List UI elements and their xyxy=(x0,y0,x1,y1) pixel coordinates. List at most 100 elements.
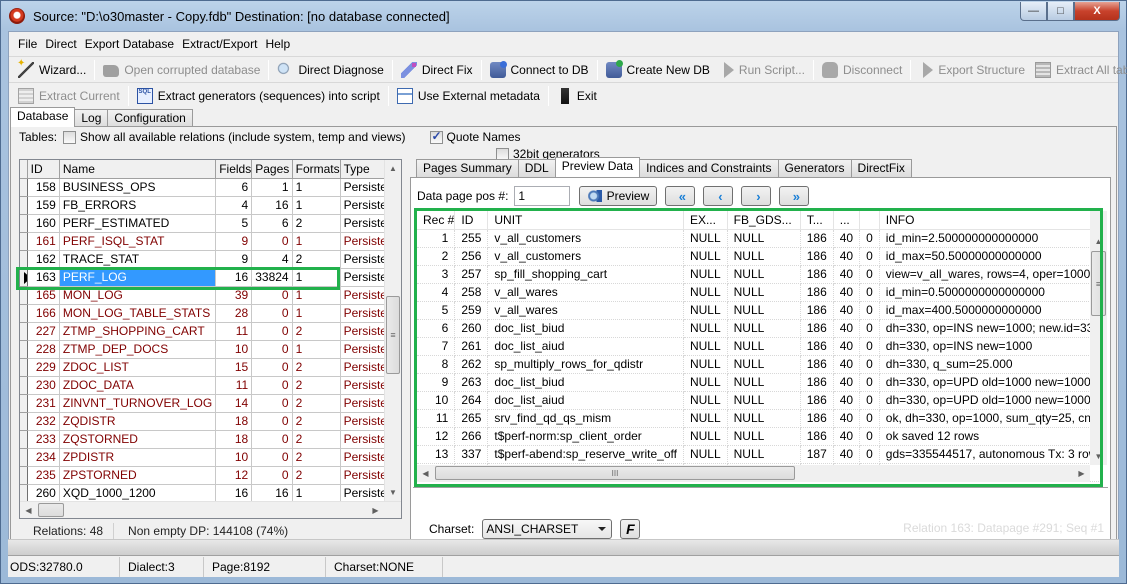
relation-row[interactable]: 162 TRACE_STAT 9 4 2 Persistent xyxy=(20,250,401,269)
relation-row[interactable]: 229 ZDOC_LIST 15 0 2 Persistent xyxy=(20,358,401,377)
data-page-pos-input[interactable]: 1 xyxy=(514,186,571,206)
column-header-fb-gds[interactable]: FB_GDS... xyxy=(727,211,801,230)
menu-export-database[interactable]: Export Database xyxy=(81,37,178,51)
column-header-name[interactable]: Name xyxy=(59,160,217,179)
preview-row[interactable]: 7 261 doc_list_aiud NULL NULL 186 40 0 dh=330, o… xyxy=(417,337,1102,356)
tab-directfix[interactable]: DirectFix xyxy=(850,159,912,177)
extract-all-tables-button[interactable]: Extract All tables xyxy=(1030,59,1127,81)
preview-row[interactable]: 3 257 sp_fill_shopping_cart NULL NULL 186 40 0 v… xyxy=(417,265,1102,284)
scroll-right-arrow-icon[interactable]: ▶ xyxy=(367,502,384,518)
disconnect-button[interactable]: Disconnect xyxy=(817,59,907,81)
column-header-fields[interactable]: Fields xyxy=(215,160,253,179)
tab-ddl[interactable]: DDL xyxy=(517,159,556,177)
tab-pages-summary[interactable]: Pages Summary xyxy=(416,159,519,177)
preview-scroll-up-arrow-icon[interactable]: ▲ xyxy=(1090,233,1107,250)
open-corrupted-database-button[interactable]: Open corrupted database xyxy=(98,59,265,81)
column-header-id[interactable]: ID xyxy=(454,211,489,230)
relation-row[interactable]: 260 XQD_1000_1200 16 16 1 Persistent xyxy=(20,484,401,503)
column-header-info[interactable]: INFO xyxy=(879,211,1102,230)
menu-file[interactable]: File xyxy=(14,37,41,51)
preview-row[interactable]: 8 262 sp_multiply_rows_for_qdistr NULL NULL 1… xyxy=(417,355,1102,374)
tab-preview-data[interactable]: Preview Data xyxy=(554,157,641,177)
relation-row[interactable]: 165 MON_LOG 39 0 1 Persistent xyxy=(20,286,401,305)
relation-row[interactable]: 233 ZQSTORNED 18 0 2 Persistent xyxy=(20,430,401,449)
preview-hscroll-thumb[interactable]: III xyxy=(435,466,795,480)
preview-row[interactable]: 6 260 doc_list_biud NULL NULL 186 40 0 dh=330, o… xyxy=(417,319,1102,338)
preview-horizontal-scrollbar[interactable]: ◀ III ▶ xyxy=(417,465,1090,482)
column-header-id[interactable]: ID xyxy=(27,160,60,179)
relations-horizontal-scrollbar[interactable]: ◀ ▶ xyxy=(20,501,401,518)
column-header-ellipsis[interactable]: ... xyxy=(833,211,861,230)
scroll-left-arrow-icon[interactable]: ◀ xyxy=(20,502,37,518)
direct-fix-button[interactable]: Direct Fix xyxy=(396,59,478,81)
menu-direct[interactable]: Direct xyxy=(41,37,80,51)
column-header-rec[interactable]: Rec # xyxy=(417,211,456,230)
preview-row[interactable]: 9 263 doc_list_biud NULL NULL 186 40 0 dh=330, o… xyxy=(417,373,1102,392)
close-button[interactable]: X xyxy=(1074,2,1120,21)
quote-names-checkbox[interactable] xyxy=(429,129,443,144)
preview-row[interactable]: 5 259 v_all_wares NULL NULL 186 40 0 id_max=400.… xyxy=(417,301,1102,320)
relation-row[interactable]: 235 ZPSTORNED 12 0 2 Persistent xyxy=(20,466,401,485)
preview-row[interactable]: 11 265 srv_find_qd_qs_mism NULL NULL 186 40 0 ok… xyxy=(417,409,1102,428)
column-header-formats[interactable]: Formats xyxy=(292,160,341,179)
relation-row[interactable]: 231 ZINVNT_TURNOVER_LOG 14 0 2 Persistent xyxy=(20,394,401,413)
relation-row[interactable]: 228 ZTMP_DEP_DOCS 10 0 1 Persistent xyxy=(20,340,401,359)
column-header-t[interactable]: T... xyxy=(800,211,834,230)
tab-log[interactable]: Log xyxy=(74,109,109,127)
direct-diagnose-button[interactable]: Direct Diagnose xyxy=(272,59,388,81)
column-header-unit[interactable]: UNIT xyxy=(487,211,684,230)
preview-row[interactable]: 4 258 v_all_wares NULL NULL 186 40 0 id_min=0.50… xyxy=(417,283,1102,302)
use-external-metadata-button[interactable]: Use External metadata xyxy=(392,85,545,107)
scroll-up-arrow-icon[interactable]: ▲ xyxy=(385,160,401,177)
show-all-relations-checkbox[interactable] xyxy=(63,130,77,144)
relation-row[interactable]: 161 PERF_ISQL_STAT 9 0 1 Persistent xyxy=(20,232,401,251)
tab-generators[interactable]: Generators xyxy=(777,159,852,177)
last-page-button[interactable]: » xyxy=(779,186,810,206)
scroll-down-arrow-icon[interactable]: ▼ xyxy=(385,484,401,501)
preview-row[interactable]: 13 337 t$perf-abend:sp_reserve_write_off NU… xyxy=(417,445,1102,464)
first-page-button[interactable]: « xyxy=(665,186,696,206)
preview-row[interactable]: 2 256 v_all_customers NULL NULL 186 40 0 id_max=… xyxy=(417,247,1102,266)
relation-row[interactable]: 160 PERF_ESTIMATED 5 6 2 Persistent xyxy=(20,214,401,233)
extract-generators-button[interactable]: SQL Extract generators (sequences) into s… xyxy=(132,85,385,107)
minimize-button[interactable]: — xyxy=(1020,2,1047,21)
column-header-pages[interactable]: Pages xyxy=(251,160,293,179)
next-page-button[interactable]: › xyxy=(741,186,772,206)
export-structure-button[interactable]: Export Structure xyxy=(914,59,1030,81)
column-header-ex[interactable]: EX... xyxy=(683,211,728,230)
tab-configuration[interactable]: Configuration xyxy=(107,109,193,127)
create-new-db-button[interactable]: Create New DB xyxy=(601,59,715,81)
relation-row[interactable]: 166 MON_LOG_TABLE_STATS 28 0 1 Persistent xyxy=(20,304,401,323)
relation-row[interactable]: 158 BUSINESS_OPS 6 1 1 Persistent xyxy=(20,178,401,197)
relation-row[interactable]: 234 ZPDISTR 10 0 2 Persistent xyxy=(20,448,401,467)
preview-row[interactable]: 1 255 v_all_customers NULL NULL 186 40 0 id_min=… xyxy=(417,229,1102,248)
preview-row[interactable]: 12 266 t$perf-norm:sp_client_order NULL NULL… xyxy=(417,427,1102,446)
scroll-thumb[interactable]: ≡ xyxy=(386,296,400,374)
menu-help[interactable]: Help xyxy=(261,37,294,51)
preview-scroll-thumb[interactable]: ≡ xyxy=(1091,251,1106,316)
connect-to-db-button[interactable]: Connect to DB xyxy=(485,59,594,81)
extract-current-button[interactable]: Extract Current xyxy=(13,85,125,107)
relations-vertical-scrollbar[interactable]: ▲ ≡ ▼ xyxy=(384,160,401,501)
wizard-button[interactable]: Wizard... xyxy=(13,58,91,81)
preview-scroll-down-arrow-icon[interactable]: ▼ xyxy=(1090,448,1107,465)
tab-indices-constraints[interactable]: Indices and Constraints xyxy=(639,159,779,177)
prev-page-button[interactable]: ‹ xyxy=(703,186,734,206)
relation-row[interactable]: 159 FB_ERRORS 4 16 1 Persistent xyxy=(20,196,401,215)
exit-button[interactable]: Exit xyxy=(552,85,602,107)
preview-row[interactable]: 10 264 doc_list_aiud NULL NULL 186 40 0 dh=330, … xyxy=(417,391,1102,410)
run-script-button[interactable]: Run Script... xyxy=(715,59,810,81)
preview-scroll-left-arrow-icon[interactable]: ◀ xyxy=(417,465,434,482)
relation-row[interactable]: 232 ZQDISTR 18 0 2 Persistent xyxy=(20,412,401,431)
hscroll-thumb[interactable] xyxy=(38,503,64,517)
preview-vertical-scrollbar[interactable]: ▲ ≡ ▼ xyxy=(1090,211,1107,465)
column-header-blank[interactable] xyxy=(859,211,880,230)
relation-row[interactable]: 227 ZTMP_SHOPPING_CART 11 0 2 Persistent xyxy=(20,322,401,341)
preview-button[interactable]: Preview xyxy=(579,186,658,206)
maximize-button[interactable]: □ xyxy=(1047,2,1074,21)
menu-extract-export[interactable]: Extract/Export xyxy=(178,37,261,51)
relation-row[interactable]: 230 ZDOC_DATA 11 0 2 Persistent xyxy=(20,376,401,395)
preview-scroll-right-arrow-icon[interactable]: ▶ xyxy=(1073,465,1090,482)
tab-database[interactable]: Database xyxy=(10,107,76,127)
relation-row[interactable]: 163 PERF_LOG 16 33824 1 Persistent xyxy=(20,268,401,287)
